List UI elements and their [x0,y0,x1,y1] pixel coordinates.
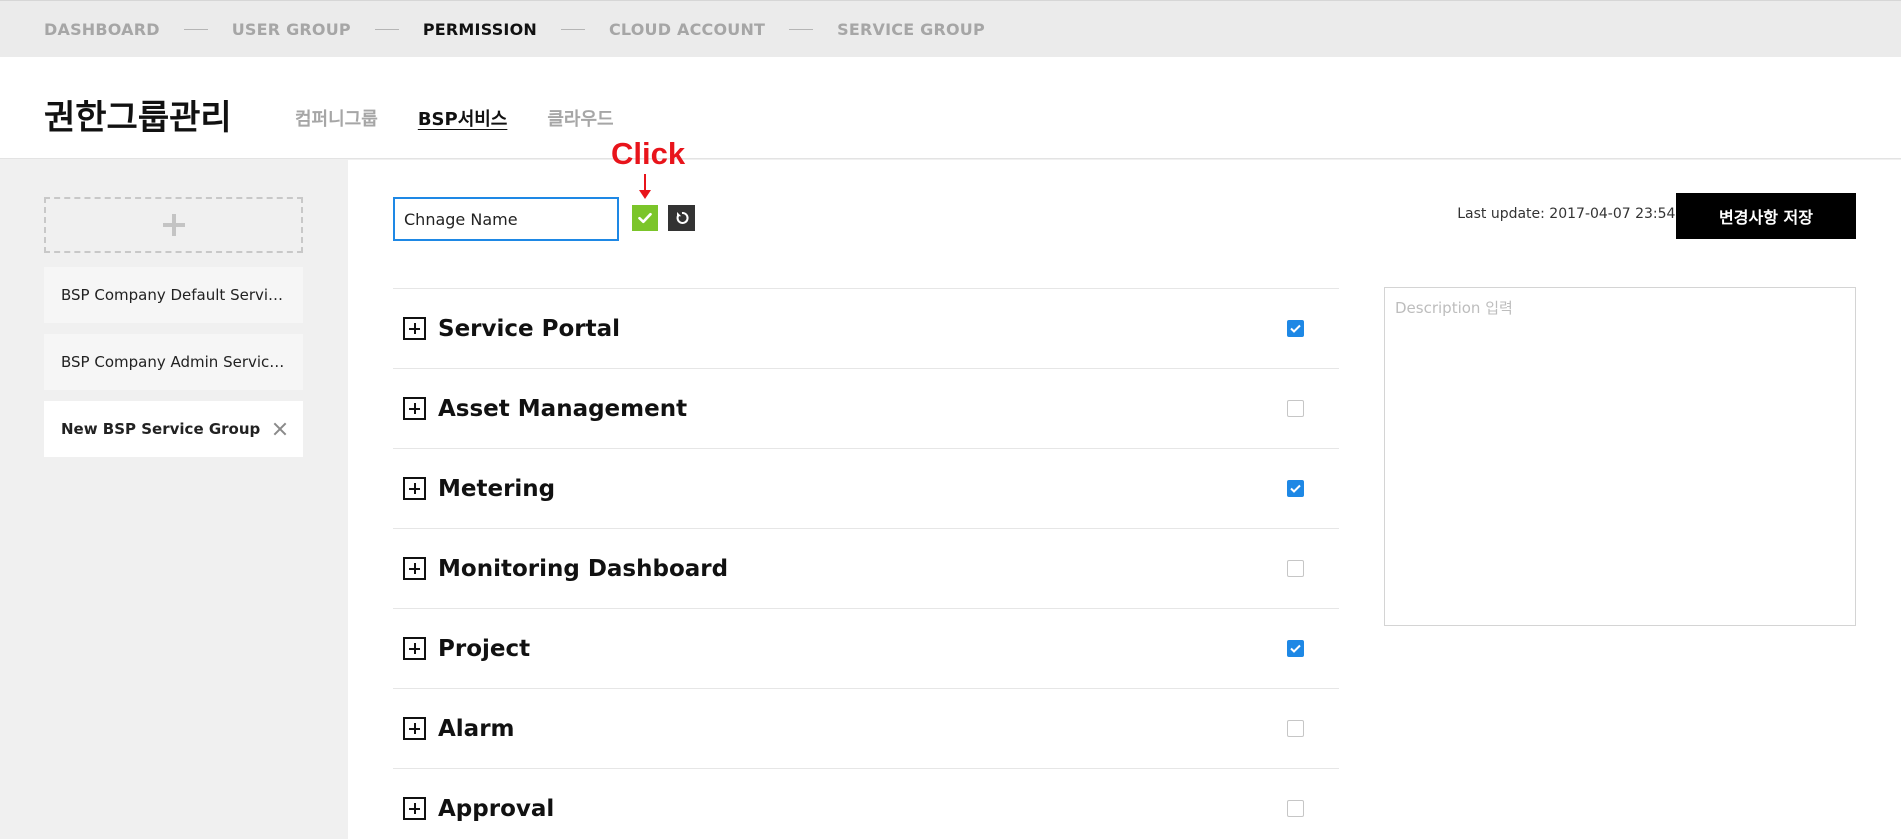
close-icon[interactable] [271,420,289,438]
check-icon [638,212,652,224]
group-item-label: BSP Company Default Service Group [61,286,289,304]
refresh-icon [676,211,689,224]
last-update-timestamp: Last update: 2017-04-07 23:54:37 [1457,206,1698,222]
check-icon [1290,644,1301,653]
check-icon [1290,484,1301,493]
expand-icon[interactable] [403,717,426,740]
breadcrumb-permission[interactable]: PERMISSION [423,20,537,39]
breadcrumb-service-group[interactable]: SERVICE GROUP [837,20,985,39]
permission-checkbox[interactable] [1287,560,1304,577]
permission-checkbox[interactable] [1287,480,1304,497]
permission-checkbox[interactable] [1287,800,1304,817]
expand-icon[interactable] [403,797,426,820]
permission-list: Service Portal Asset Management Metering… [393,288,1339,839]
expand-icon[interactable] [403,397,426,420]
permission-label: Monitoring Dashboard [438,555,729,582]
permission-label: Service Portal [438,315,621,342]
breadcrumb-separator [183,29,208,30]
reset-name-button[interactable] [668,205,695,231]
permission-checkbox[interactable] [1287,720,1304,737]
expand-icon[interactable] [403,477,426,500]
expand-icon[interactable] [403,637,426,660]
tab-company-group[interactable]: 컴퍼니그룹 [295,105,378,131]
permission-checkbox[interactable] [1287,640,1304,657]
breadcrumb-user-group[interactable]: USER GROUP [232,20,351,39]
permission-label: Alarm [438,715,515,742]
add-group-button[interactable] [44,197,303,253]
permission-row-monitoring-dashboard: Monitoring Dashboard [393,528,1339,608]
plus-icon [162,214,185,236]
breadcrumb-cloud-account[interactable]: CLOUD ACCOUNT [609,20,765,39]
permission-label: Asset Management [438,395,688,422]
tab-bar: 컴퍼니그룹 BSP서비스 클라우드 [295,105,654,131]
permission-row-alarm: Alarm [393,688,1339,768]
breadcrumb-separator [789,29,814,30]
top-navigation-bar: DASHBOARD USER GROUP PERMISSION CLOUD AC… [0,0,1901,57]
group-sidebar: BSP Company Default Service Group BSP Co… [0,160,348,839]
tab-bsp-service[interactable]: BSP서비스 [418,105,508,131]
permission-checkbox[interactable] [1287,400,1304,417]
check-icon [1290,324,1301,333]
permission-label: Metering [438,475,556,502]
page-header: 권한그룹관리 컴퍼니그룹 BSP서비스 클라우드 [0,57,1901,159]
permission-label: Project [438,635,531,662]
permission-row-project: Project [393,608,1339,688]
main-panel: Click Last update: 2017-04-07 23:54:37 변… [348,136,1901,839]
breadcrumb-dashboard[interactable]: DASHBOARD [44,20,160,39]
group-item-admin[interactable]: BSP Company Admin Service Group [44,334,303,390]
permission-row-service-portal: Service Portal [393,288,1339,368]
expand-icon[interactable] [403,317,426,340]
permission-checkbox[interactable] [1287,320,1304,337]
permission-row-asset-management: Asset Management [393,368,1339,448]
breadcrumb: DASHBOARD USER GROUP PERMISSION CLOUD AC… [44,1,985,58]
tab-cloud[interactable]: 클라우드 [547,105,613,131]
group-name-input[interactable] [393,197,619,241]
breadcrumb-separator [560,29,585,30]
confirm-name-button[interactable] [632,205,658,231]
page-title: 권한그룹관리 [44,98,232,138]
permission-row-metering: Metering [393,448,1339,528]
permission-label: Approval [438,795,555,822]
group-item-label: New BSP Service Group [61,420,261,438]
breadcrumb-separator [374,29,399,30]
group-item-label: BSP Company Admin Service Group [61,353,289,371]
description-textarea[interactable] [1384,287,1856,626]
permission-row-approval: Approval [393,768,1339,839]
expand-icon[interactable] [403,557,426,580]
save-changes-button[interactable]: 변경사항 저장 [1676,193,1856,239]
annotation-arrow-head [639,190,651,199]
group-item-default[interactable]: BSP Company Default Service Group [44,267,303,323]
group-item-new[interactable]: New BSP Service Group [44,401,303,457]
click-annotation: Click [611,136,686,171]
